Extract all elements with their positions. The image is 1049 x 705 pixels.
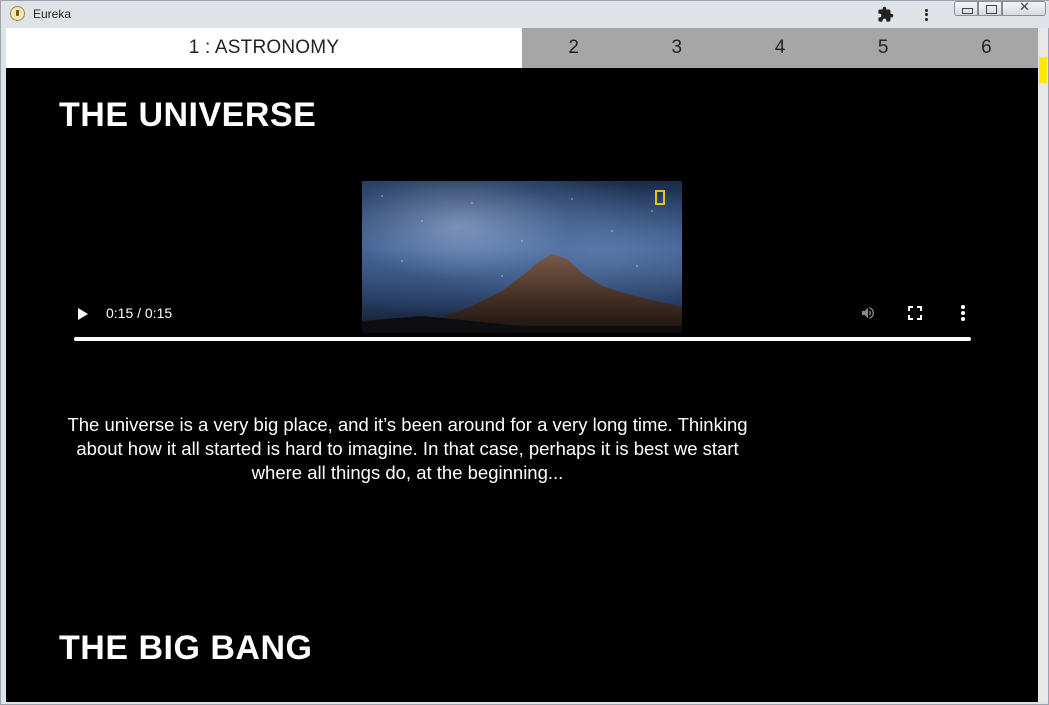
- tab-5[interactable]: 5: [832, 28, 935, 68]
- app-icon: [10, 6, 25, 21]
- app-window: Eureka ✕ 1 : ASTRONOMY 2 3 4 5 6 THE UNI…: [0, 0, 1049, 705]
- scrollbar-thumb[interactable]: [1039, 57, 1047, 83]
- minimize-button[interactable]: [954, 1, 978, 16]
- kebab-menu-icon[interactable]: [919, 6, 933, 24]
- puzzle-icon[interactable]: [877, 6, 894, 23]
- volume-icon[interactable]: [858, 305, 878, 321]
- tab-4[interactable]: 4: [728, 28, 831, 68]
- tab-astronomy[interactable]: 1 : ASTRONOMY: [6, 28, 522, 68]
- page-content: 1 : ASTRONOMY 2 3 4 5 6 THE UNIVERSE 0:1…: [6, 28, 1038, 702]
- chapter-tabs: 1 : ASTRONOMY 2 3 4 5 6: [6, 28, 1038, 68]
- tab-3[interactable]: 3: [625, 28, 728, 68]
- section-description: The universe is a very big place, and it…: [67, 414, 748, 483]
- channel-logo-icon: [655, 190, 665, 205]
- scrollbar[interactable]: [1038, 28, 1048, 702]
- tab-6[interactable]: 6: [935, 28, 1038, 68]
- play-icon[interactable]: [78, 308, 88, 320]
- video-time: 0:15 / 0:15: [106, 305, 173, 321]
- video-controls: 0:15 / 0:15: [74, 300, 971, 345]
- close-button[interactable]: ✕: [1002, 0, 1046, 16]
- tab-2[interactable]: 2: [522, 28, 625, 68]
- section-title-big-bang: THE BIG BANG: [59, 629, 313, 667]
- video-progress-bar[interactable]: [74, 337, 971, 341]
- close-icon: ✕: [1019, 0, 1030, 15]
- section-title-universe: THE UNIVERSE: [59, 96, 317, 134]
- window-title: Eureka: [33, 7, 72, 21]
- fullscreen-icon[interactable]: [908, 306, 922, 320]
- title-bar: Eureka ✕: [1, 0, 1049, 28]
- maximize-button[interactable]: [978, 1, 1002, 16]
- more-options-icon[interactable]: [961, 305, 965, 321]
